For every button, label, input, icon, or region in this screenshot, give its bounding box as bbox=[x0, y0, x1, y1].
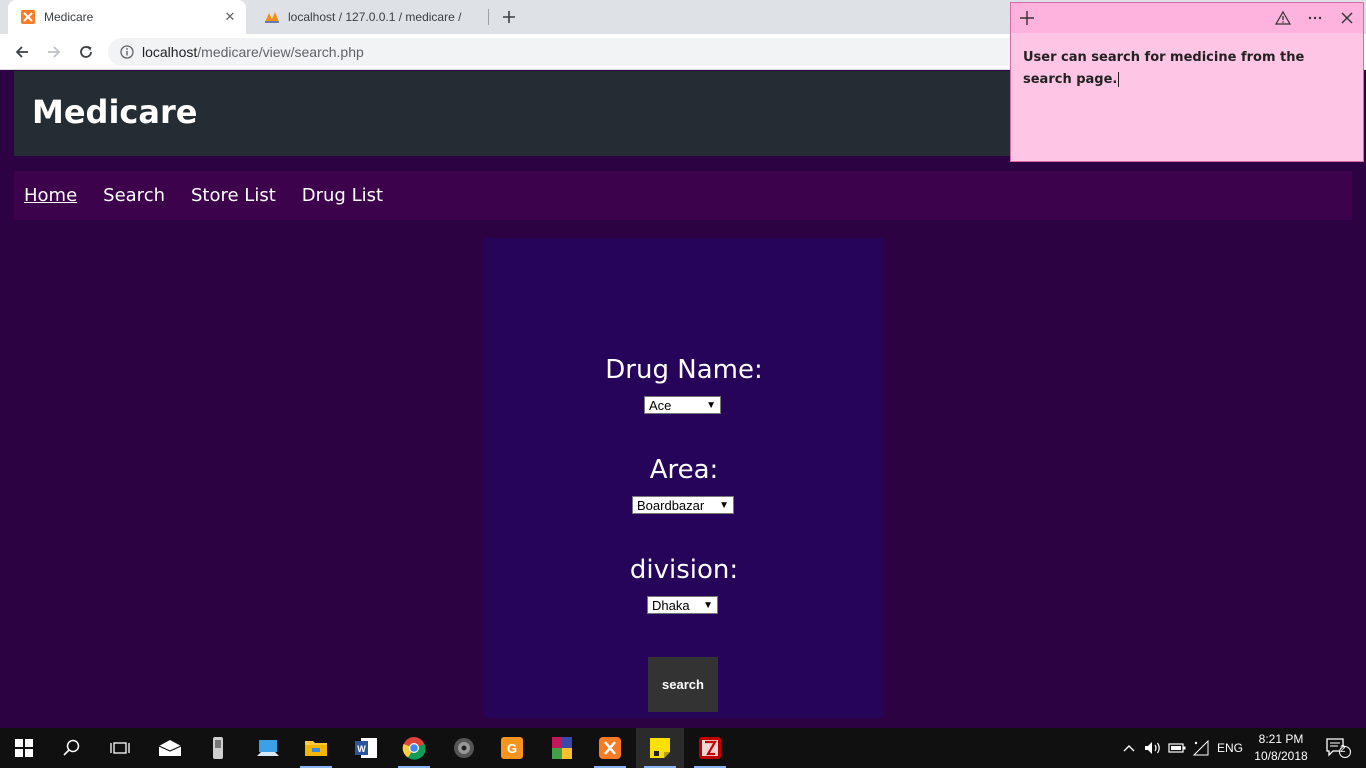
network-button[interactable] bbox=[1190, 728, 1212, 768]
show-hidden-icons-button[interactable] bbox=[1118, 728, 1140, 768]
tab-separator bbox=[488, 9, 489, 25]
chrome-icon bbox=[402, 737, 426, 760]
drug-name-select[interactable]: Ace ▼ bbox=[644, 396, 721, 414]
new-tab-button[interactable] bbox=[498, 6, 520, 28]
taskbar: W G ENG 8:21 PM 10/8/2018 2 bbox=[0, 728, 1366, 768]
mail-icon bbox=[158, 740, 182, 756]
speaker-app-icon bbox=[454, 738, 474, 758]
drug-name-label: Drug Name: bbox=[605, 355, 763, 385]
computer-icon bbox=[257, 740, 279, 756]
sticky-note-content: User can search for medicine from the se… bbox=[1023, 50, 1305, 87]
division-select[interactable]: Dhaka ▼ bbox=[647, 596, 718, 614]
folder-icon bbox=[305, 741, 327, 756]
chevron-up-icon bbox=[1123, 745, 1135, 752]
action-center-button[interactable]: 2 bbox=[1318, 728, 1358, 768]
filezilla-app[interactable] bbox=[686, 728, 734, 768]
warning-icon[interactable] bbox=[1273, 8, 1293, 28]
task-view-icon bbox=[110, 742, 130, 754]
tab-title: Medicare bbox=[44, 10, 94, 24]
sticky-note-text[interactable]: User can search for medicine from the se… bbox=[1023, 47, 1353, 91]
dropdown-arrow-icon: ▼ bbox=[719, 499, 729, 511]
site-navigation: Home Search Store List Drug List bbox=[14, 171, 1352, 220]
tab-close-icon[interactable]: ✕ bbox=[222, 9, 238, 25]
dropdown-arrow-icon: ▼ bbox=[703, 599, 713, 611]
area-selected: Boardbazar bbox=[637, 497, 705, 513]
search-button-taskbar[interactable] bbox=[48, 728, 96, 768]
sticky-notes-app[interactable] bbox=[636, 728, 684, 768]
text-caret bbox=[1118, 72, 1120, 87]
add-note-button[interactable] bbox=[1017, 8, 1037, 28]
xampp-icon bbox=[599, 737, 621, 759]
plus-icon bbox=[1020, 11, 1034, 25]
url-text: localhost/medicare/view/search.php bbox=[142, 44, 364, 60]
chrome-app[interactable] bbox=[390, 728, 438, 768]
site-title: Medicare bbox=[32, 93, 198, 131]
url-host: localhost bbox=[142, 44, 198, 60]
wifi-icon bbox=[1192, 740, 1209, 756]
device-app[interactable] bbox=[194, 728, 242, 768]
sticky-notes-icon bbox=[650, 738, 670, 758]
nav-link-store-list[interactable]: Store List bbox=[191, 185, 276, 206]
more-options-icon[interactable] bbox=[1305, 8, 1325, 28]
task-view-button[interactable] bbox=[96, 728, 144, 768]
winrar-app[interactable] bbox=[538, 728, 586, 768]
dropdown-arrow-icon: ▼ bbox=[706, 399, 716, 411]
windows-icon bbox=[15, 739, 33, 757]
division-selected: Dhaka bbox=[652, 597, 690, 613]
clock-time: 8:21 PM bbox=[1258, 732, 1304, 746]
search-icon bbox=[63, 739, 80, 756]
clock[interactable]: 8:21 PM 10/8/2018 bbox=[1248, 731, 1314, 765]
word-icon: W bbox=[355, 738, 377, 758]
info-icon[interactable] bbox=[120, 45, 134, 59]
url-path: /medicare/view/search.php bbox=[197, 44, 364, 60]
close-icon[interactable] bbox=[1337, 8, 1357, 28]
svg-text:W: W bbox=[357, 744, 366, 754]
word-app[interactable]: W bbox=[342, 728, 390, 768]
start-button[interactable] bbox=[0, 728, 48, 768]
arrow-right-icon bbox=[48, 46, 61, 58]
tab-phpmyadmin[interactable]: localhost / 127.0.0.1 / medicare / bbox=[252, 0, 488, 34]
back-button[interactable] bbox=[10, 40, 34, 64]
area-select[interactable]: Boardbazar ▼ bbox=[632, 496, 734, 514]
volume-button[interactable] bbox=[1142, 728, 1164, 768]
tab-medicare[interactable]: Medicare ✕ bbox=[8, 0, 246, 34]
notification-count-badge: 2 bbox=[1340, 744, 1346, 755]
page-content: Medicare Home Search Store List Drug Lis… bbox=[0, 71, 1366, 728]
search-form-panel: Drug Name: Ace ▼ Area: Boardbazar ▼ divi… bbox=[484, 238, 884, 718]
pdf-app[interactable]: G bbox=[488, 728, 536, 768]
nav-link-home[interactable]: Home bbox=[24, 185, 77, 206]
speaker-icon bbox=[1145, 742, 1160, 754]
nav-link-search[interactable]: Search bbox=[103, 185, 165, 206]
battery-icon bbox=[1168, 743, 1186, 753]
reload-icon bbox=[80, 46, 92, 58]
division-label: division: bbox=[629, 555, 739, 585]
forward-button[interactable] bbox=[42, 40, 66, 64]
sticky-note-titlebar[interactable] bbox=[1011, 3, 1363, 33]
winrar-icon bbox=[552, 737, 572, 759]
search-button[interactable]: search bbox=[648, 657, 718, 712]
media-app[interactable] bbox=[440, 728, 488, 768]
battery-button[interactable] bbox=[1166, 728, 1188, 768]
xampp-icon bbox=[20, 9, 36, 25]
xampp-app[interactable] bbox=[586, 728, 634, 768]
sticky-note-window: User can search for medicine from the se… bbox=[1010, 2, 1364, 162]
input-language-button[interactable]: ENG bbox=[1214, 728, 1246, 768]
nav-link-drug-list[interactable]: Drug List bbox=[302, 185, 383, 206]
mail-app[interactable] bbox=[146, 728, 194, 768]
tab-title: localhost / 127.0.0.1 / medicare / bbox=[288, 10, 462, 24]
area-label: Area: bbox=[649, 455, 719, 485]
foxit-pdf-icon: G bbox=[501, 737, 523, 759]
svg-text:G: G bbox=[507, 741, 517, 756]
phpmyadmin-icon bbox=[264, 9, 280, 25]
reload-button[interactable] bbox=[74, 40, 98, 64]
remote-desktop-app[interactable] bbox=[244, 728, 292, 768]
clock-date: 10/8/2018 bbox=[1254, 749, 1308, 763]
plus-icon bbox=[503, 11, 515, 23]
notification-icon bbox=[1326, 738, 1351, 758]
filezilla-icon bbox=[699, 737, 721, 759]
phone-device-icon bbox=[213, 737, 223, 759]
file-explorer-app[interactable] bbox=[292, 728, 340, 768]
arrow-left-icon bbox=[15, 46, 28, 58]
drug-name-selected: Ace bbox=[649, 397, 672, 413]
